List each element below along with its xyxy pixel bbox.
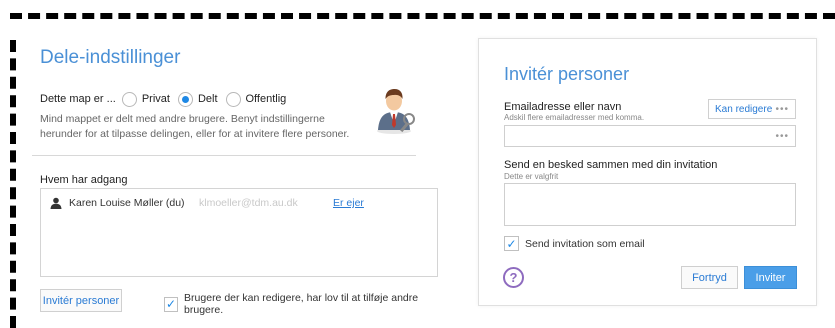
send-as-email-row: ✓ Send invitation som email [504, 236, 645, 251]
user-avatar-icon [377, 89, 415, 134]
message-textarea[interactable] [504, 183, 796, 226]
radio-shared[interactable]: Delt [177, 91, 218, 107]
radio-public-label: Offentlig [245, 93, 287, 105]
email-input[interactable]: ••• [504, 125, 796, 147]
radio-shared-circle[interactable] [177, 91, 193, 107]
permission-dropdown[interactable]: Kan redigere ••• [708, 99, 796, 119]
access-user-role-link[interactable]: Er ejer [333, 197, 364, 209]
access-list: Karen Louise Møller (du) klmoeller@tdm.a… [40, 188, 438, 277]
person-icon [50, 197, 62, 209]
invite-dialog-title: Invitér personer [504, 64, 630, 84]
email-hint: Adskil flere emailadresser med komma. [504, 113, 645, 122]
send-as-email-checkbox[interactable]: ✓ [504, 236, 519, 251]
invite-people-button[interactable]: Invitér personer [40, 289, 122, 312]
send-as-email-label: Send invitation som email [525, 237, 645, 250]
invite-dialog: Invitér personer Emailadresse eller navn… [478, 38, 817, 306]
more-options-icon: ••• [775, 103, 789, 115]
share-description: Mind mappet er delt med andre brugere. B… [40, 112, 380, 142]
send-invite-button[interactable]: Inviter [744, 266, 797, 289]
radio-public[interactable]: Offentlig [225, 91, 287, 107]
help-icon[interactable]: ? [503, 267, 524, 288]
access-user-email: klmoeller@tdm.au.dk [199, 197, 298, 209]
message-label: Send en besked sammen med din invitation [504, 159, 718, 171]
message-hint: Dette er valgfrit [504, 172, 559, 181]
folder-is-label: Dette map er ... [40, 93, 116, 105]
access-title: Hvem har adgang [40, 174, 128, 186]
email-label: Emailadresse eller navn [504, 101, 622, 113]
radio-public-circle[interactable] [225, 91, 241, 107]
email-input-options-icon[interactable]: ••• [775, 131, 789, 142]
radio-private-circle[interactable] [121, 91, 137, 107]
share-settings-title: Dele-indstillinger [40, 47, 181, 68]
share-settings-panel: Dele-indstillinger Dette map er ... Priv… [32, 40, 440, 328]
section-divider [32, 155, 416, 156]
allow-editors-label: Brugere der kan redigere, har lov til at… [184, 292, 419, 316]
access-row: Karen Louise Møller (du) klmoeller@tdm.a… [50, 196, 430, 210]
allow-editors-checkbox[interactable]: ✓ [164, 296, 179, 312]
radio-private[interactable]: Privat [121, 91, 170, 107]
sharing-mode-row: Dette map er ... Privat Delt Offentlig [40, 90, 294, 108]
radio-shared-label: Delt [197, 93, 218, 105]
radio-private-label: Privat [141, 93, 170, 105]
allow-editors-row: ✓ Brugere der kan redigere, har lov til … [164, 292, 440, 316]
dashed-border-left [10, 40, 16, 328]
access-user-name: Karen Louise Møller (du) [69, 197, 185, 209]
cancel-button[interactable]: Fortryd [681, 266, 738, 289]
share-description-line1: Mind mappet er delt med andre brugere. B… [40, 113, 325, 125]
share-description-line2: herunder for at tilpasse delingen, eller… [40, 128, 350, 140]
permission-label: Kan redigere [715, 103, 773, 115]
dashed-border-top [10, 13, 835, 19]
